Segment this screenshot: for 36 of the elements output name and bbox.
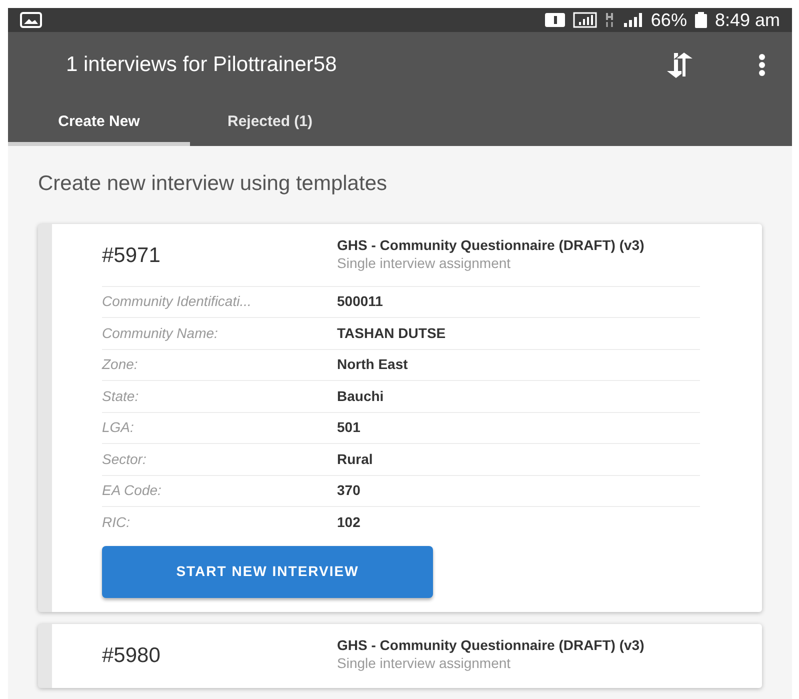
field-label: State: xyxy=(102,386,140,406)
assignment-type: Single interview assignment xyxy=(337,254,512,273)
field-label: Community Identificati... xyxy=(102,292,252,312)
field-label: LGA: xyxy=(102,418,135,438)
section-heading: Create new interview using templates xyxy=(38,171,388,197)
field-value: 370 xyxy=(337,481,360,500)
interview-number: #5971 xyxy=(102,242,162,268)
interview-number: #5980 xyxy=(102,642,162,668)
field-label: Sector: xyxy=(102,450,148,469)
field-label: EA Code: xyxy=(102,481,162,500)
data-icon xyxy=(604,12,615,28)
start-interview-button[interactable]: START NEW INTERVIEW xyxy=(102,546,433,598)
field-label: Community Name: xyxy=(102,324,219,343)
field-value: 500011 xyxy=(337,292,383,312)
signal-icon xyxy=(622,13,643,27)
assignment-type: Single interview assignment xyxy=(337,654,512,673)
image-icon xyxy=(20,12,42,28)
field-label: RIC: xyxy=(102,512,131,532)
battery-percent: 66% xyxy=(650,8,687,32)
field-value: 102 xyxy=(337,512,360,532)
field-label: Zone: xyxy=(102,355,139,374)
clock-time: 8:49 am xyxy=(714,8,780,32)
tab[interactable]: Create New xyxy=(8,98,190,146)
more-vertical-icon xyxy=(758,54,766,76)
field-value: TASHAN DUTSE xyxy=(337,324,446,343)
field-value: Bauchi xyxy=(337,386,384,406)
tab[interactable]: Rejected (1) xyxy=(190,98,350,146)
field-value: North East xyxy=(337,355,408,374)
app-bar-title: 1 interviews for Pilottrainer58 xyxy=(66,52,337,78)
field-value: 501 xyxy=(337,418,360,438)
sim-icon xyxy=(544,13,565,27)
template-title: GHS - Community Questionnaire (DRAFT) (v3) xyxy=(337,638,646,652)
template-title: GHS - Community Questionnaire (DRAFT) (v3) xyxy=(337,238,646,252)
battery-icon xyxy=(694,12,707,28)
field-value: Rural xyxy=(337,450,373,469)
signal-box-icon xyxy=(572,12,597,28)
